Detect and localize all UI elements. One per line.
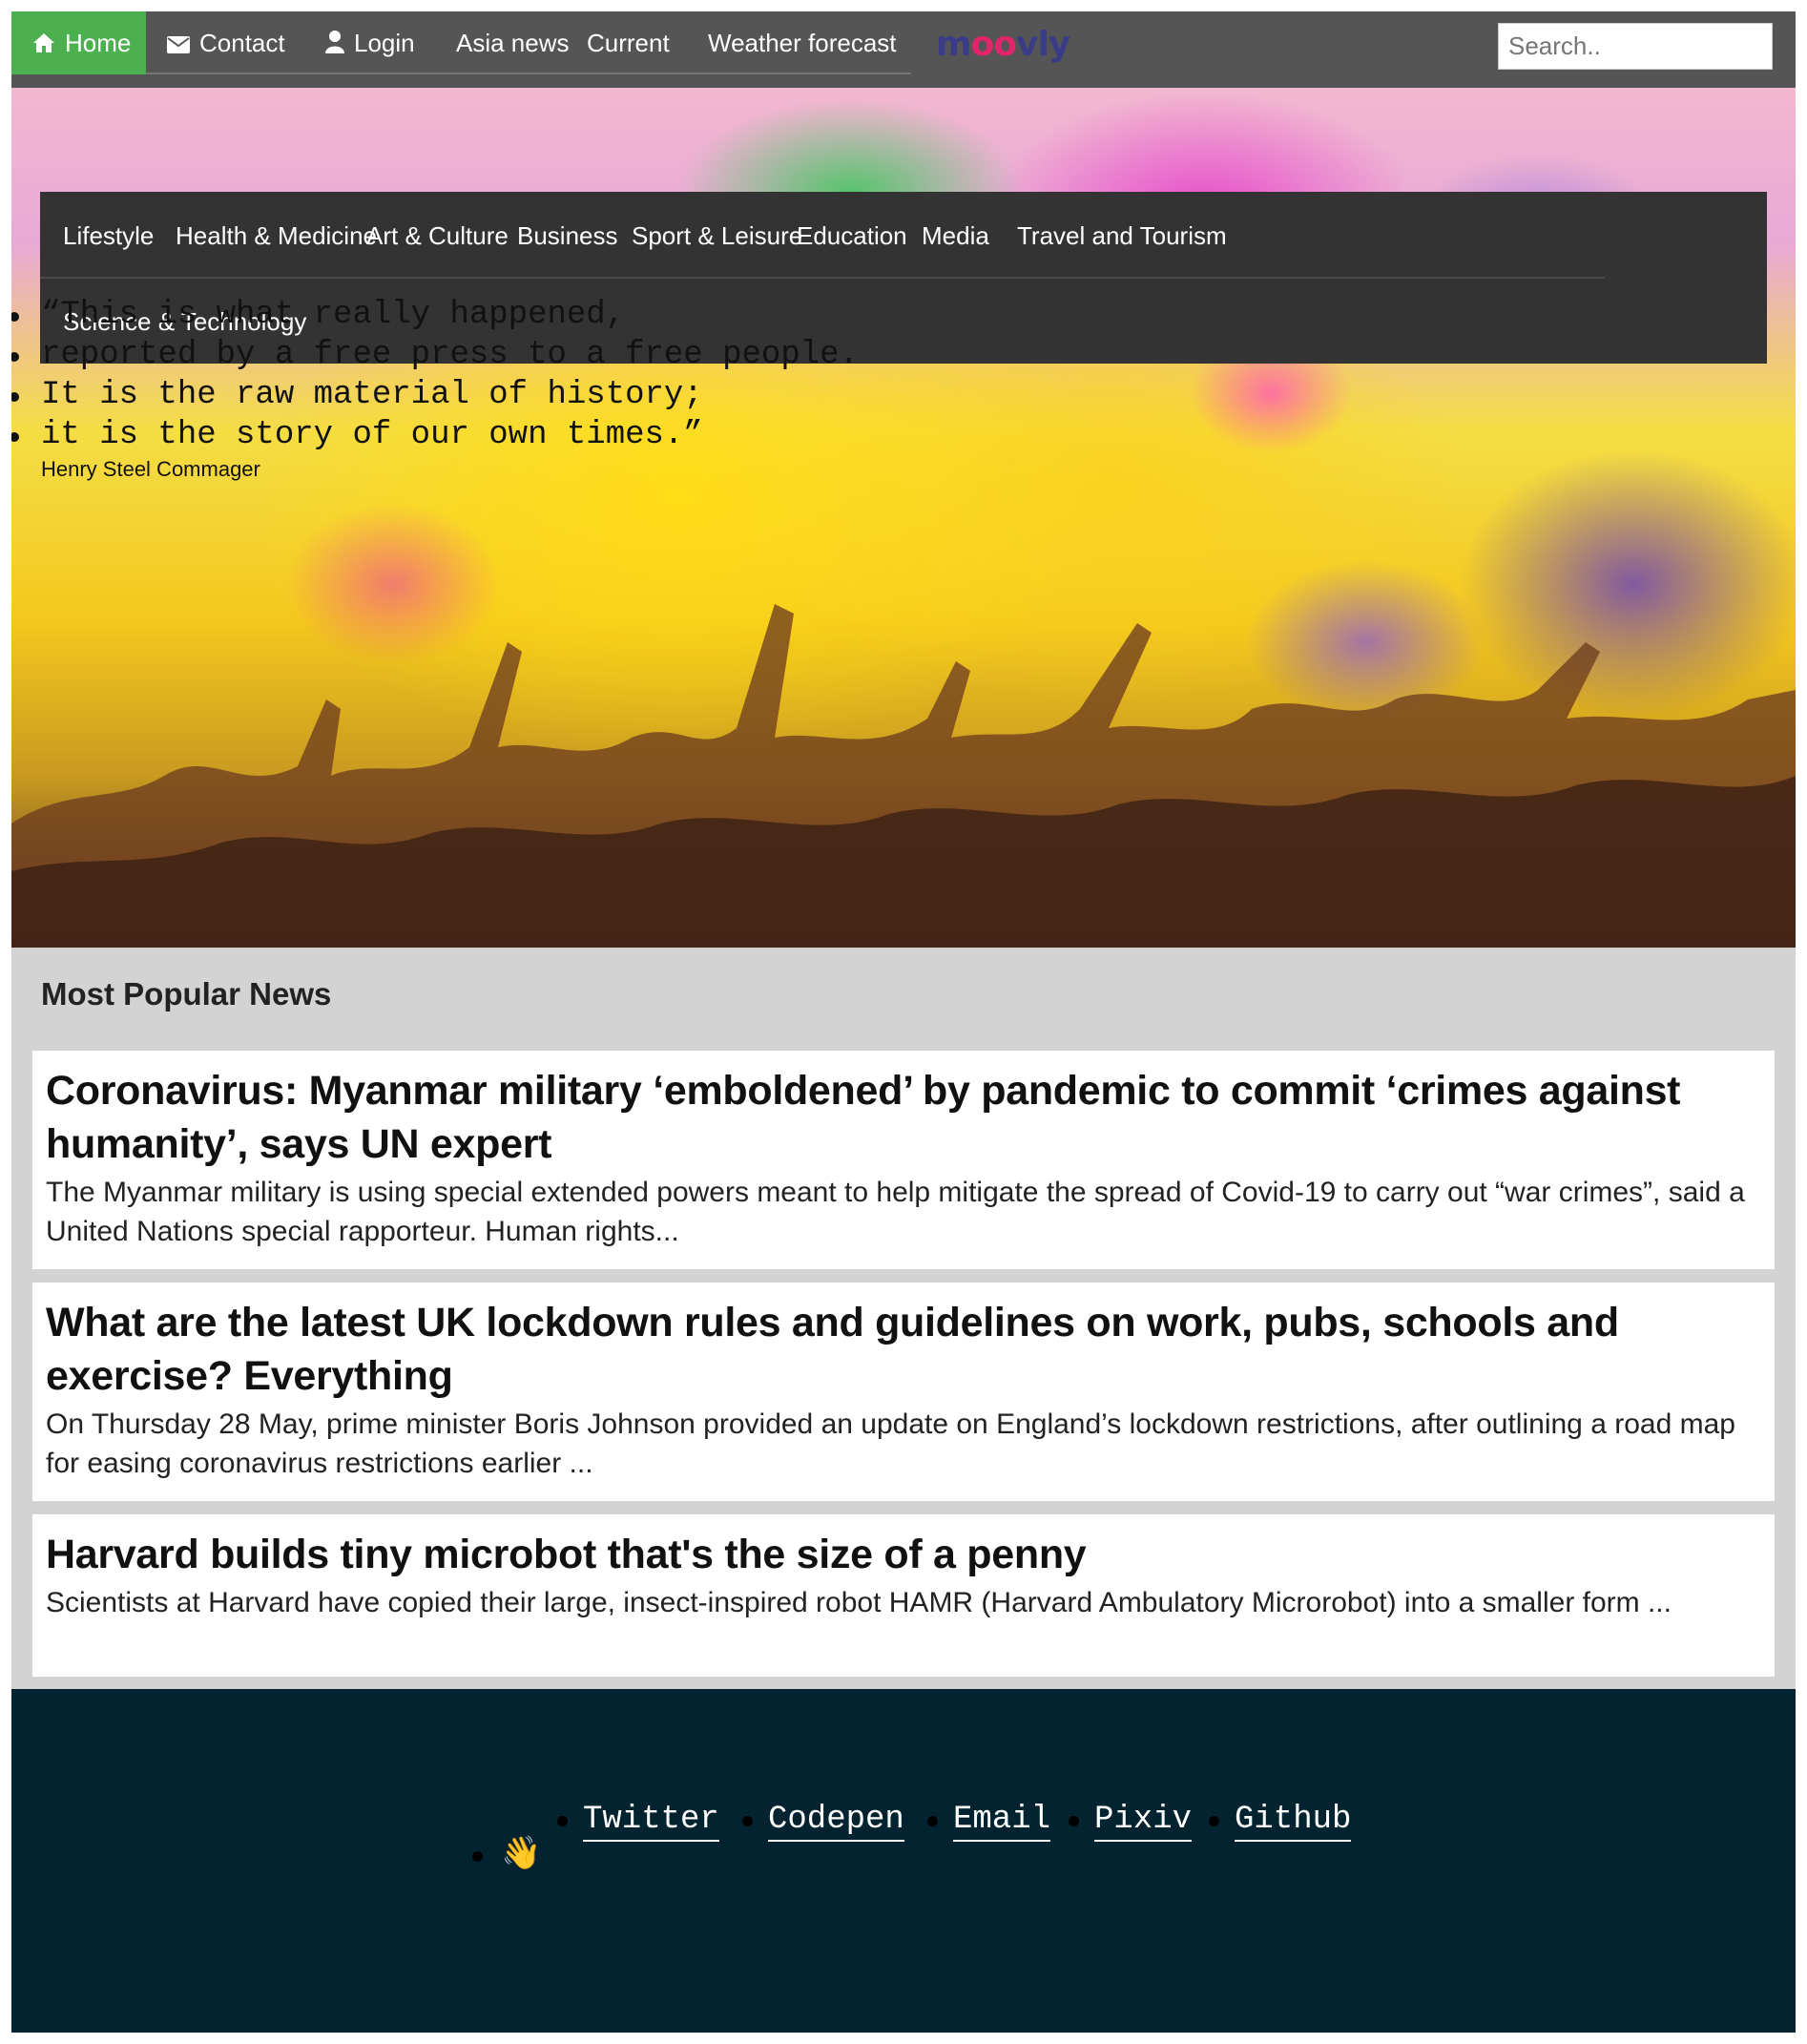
list-bullet [927, 1816, 938, 1826]
home-icon [32, 13, 55, 76]
list-bullet [1069, 1816, 1079, 1826]
section-title: Most Popular News [41, 976, 332, 1012]
category-art-culture[interactable]: Art & Culture [366, 221, 509, 251]
news-summary: On Thursday 28 May, prime minister Boris… [46, 1408, 1735, 1479]
category-divider [40, 277, 1605, 279]
list-bullet [742, 1816, 753, 1826]
envelope-icon [167, 13, 190, 76]
nav-asia-news-link[interactable]: Asia news [456, 11, 570, 74]
quote-line: “This is what really happened, [11, 297, 625, 333]
category-travel-tourism[interactable]: Travel and Tourism [1017, 221, 1227, 251]
list-bullet [1209, 1816, 1219, 1826]
news-card[interactable]: Harvard builds tiny microbot that's the … [32, 1514, 1775, 1677]
news-title[interactable]: Harvard builds tiny microbot that's the … [46, 1528, 1761, 1581]
category-sport-leisure[interactable]: Sport & Leisure [632, 221, 802, 251]
category-lifestyle[interactable]: Lifestyle [63, 221, 154, 251]
top-navbar: Home Contact Login Asia news Current Wea… [11, 11, 1796, 88]
nav-login-link[interactable]: Login [325, 11, 415, 74]
nav-current-link[interactable]: Current [587, 11, 670, 74]
crowd-silhouette [11, 604, 1796, 948]
news-title[interactable]: What are the latest UK lockdown rules an… [46, 1296, 1761, 1403]
search-input[interactable]: Search.. [1498, 23, 1773, 70]
page: Home Contact Login Asia news Current Wea… [11, 11, 1796, 2033]
category-education[interactable]: Education [797, 221, 907, 251]
logo-prefix: m [936, 25, 972, 64]
nav-weather-link[interactable]: Weather forecast [708, 11, 897, 74]
logo-oo: oo [970, 25, 1017, 64]
footer: Twitter Codepen Email Pixiv Github 👋 [11, 1689, 1796, 2033]
nav-login-label: Login [354, 29, 415, 57]
list-bullet [557, 1816, 568, 1826]
footer-link-pixiv[interactable]: Pixiv [1094, 1802, 1193, 1842]
waving-hand-icon: 👋 [501, 1835, 542, 1871]
quote-line: It is the raw material of history; [11, 377, 703, 413]
list-bullet [472, 1851, 483, 1862]
footer-link-github[interactable]: Github [1235, 1802, 1352, 1842]
quote-line: it is the story of our own times.” [11, 417, 703, 453]
nav-home-label: Home [65, 29, 132, 57]
footer-link-twitter[interactable]: Twitter [583, 1802, 719, 1842]
news-card[interactable]: Coronavirus: Myanmar military ‘emboldene… [32, 1051, 1775, 1269]
quote-author: Henry Steel Commager [41, 457, 260, 481]
nav-home-link[interactable]: Home [11, 11, 146, 74]
quote-line: reported by a free press to a free peopl… [11, 337, 859, 373]
footer-link-email[interactable]: Email [953, 1802, 1051, 1842]
category-health-medicine[interactable]: Health & Medicine [176, 221, 377, 251]
news-summary: Scientists at Harvard have copied their … [46, 1587, 1672, 1618]
hero-banner: Lifestyle Health & Medicine Art & Cultur… [11, 88, 1796, 948]
category-business[interactable]: Business [517, 221, 618, 251]
moovly-logo[interactable]: moovly [936, 25, 1070, 64]
news-summary: The Myanmar military is using special ex… [46, 1177, 1745, 1247]
news-title[interactable]: Coronavirus: Myanmar military ‘emboldene… [46, 1064, 1761, 1171]
user-icon [325, 13, 344, 76]
nav-contact-label: Contact [199, 29, 285, 57]
footer-link-codepen[interactable]: Codepen [768, 1802, 904, 1842]
nav-divider [146, 73, 911, 74]
popular-news-section: Most Popular News Coronavirus: Myanmar m… [11, 948, 1796, 1689]
nav-contact-link[interactable]: Contact [167, 11, 285, 74]
news-card[interactable]: What are the latest UK lockdown rules an… [32, 1283, 1775, 1501]
category-media[interactable]: Media [922, 221, 989, 251]
logo-suffix: vly [1015, 25, 1070, 64]
